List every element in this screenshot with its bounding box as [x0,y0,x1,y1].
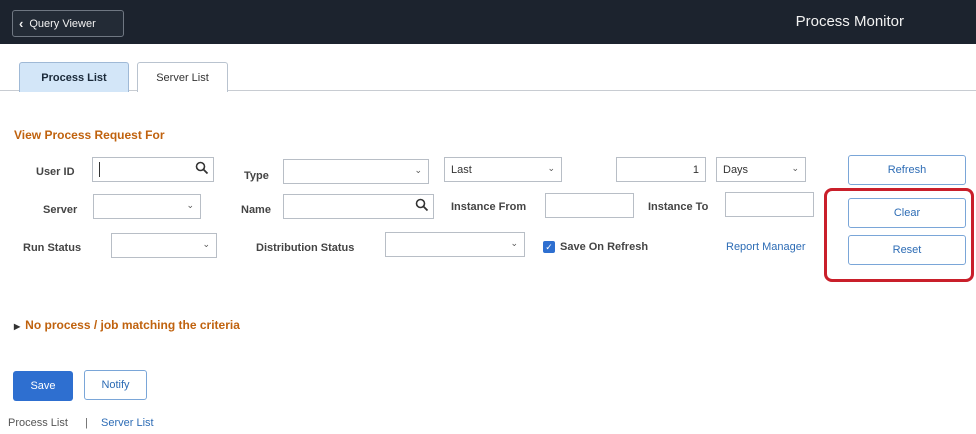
highlight-box [824,188,974,282]
results-message[interactable]: ▶ No process / job matching the criteria [14,318,240,332]
unit-select[interactable]: Days ⌄ [716,157,806,182]
results-message-text: No process / job matching the criteria [25,318,240,332]
footer-separator: | [85,417,88,429]
distribution-status-label: Distribution Status [256,242,355,254]
server-select[interactable]: ⌄ [93,194,201,219]
instance-from-label: Instance From [451,201,527,213]
user-id-label: User ID [36,166,75,178]
distribution-status-select[interactable]: ⌄ [385,232,525,257]
server-label: Server [43,204,78,216]
back-button[interactable]: ‹ Query Viewer [12,10,124,37]
check-icon: ✓ [545,241,553,252]
back-button-label: Query Viewer [29,17,96,30]
section-title: View Process Request For [14,128,165,142]
name-label: Name [241,204,271,216]
search-icon[interactable] [415,198,429,212]
count-value: 1 [692,163,699,176]
type-select[interactable]: ⌄ [283,159,429,184]
type-label: Type [244,170,269,182]
count-input[interactable]: 1 [616,157,706,182]
instance-from-input[interactable] [545,193,634,218]
refresh-button[interactable]: Refresh [848,155,966,185]
text-cursor [99,162,100,177]
chevron-down-icon: ⌄ [414,165,422,175]
user-id-input[interactable] [92,157,214,182]
chevron-down-icon: ⌄ [202,239,210,249]
chevron-down-icon: ⌄ [510,238,518,248]
instance-to-input[interactable] [725,192,814,217]
run-status-select[interactable]: ⌄ [111,233,217,258]
report-manager-link[interactable]: Report Manager [726,241,806,253]
save-on-refresh-label: Save On Refresh [560,241,649,253]
footer-link-server-list[interactable]: Server List [101,417,154,429]
chevron-down-icon: ⌄ [186,200,194,210]
name-input[interactable] [283,194,434,219]
top-header: ‹ Query Viewer Process Monitor [0,0,976,44]
period-value: Last [451,163,472,176]
chevron-left-icon: ‹ [19,16,24,31]
page-title: Process Monitor [795,13,904,30]
tab-process-list[interactable]: Process List [19,62,129,92]
save-button[interactable]: Save [13,371,73,401]
save-on-refresh-checkbox[interactable]: ✓ [543,241,555,253]
instance-to-label: Instance To [648,201,709,213]
tab-server-list[interactable]: Server List [137,62,228,92]
chevron-down-icon: ⌄ [547,163,555,173]
period-select[interactable]: Last ⌄ [444,157,562,182]
footer-link-process-list[interactable]: Process List [8,417,68,429]
caret-right-icon: ▶ [14,322,21,331]
chevron-down-icon: ⌄ [791,163,799,173]
run-status-label: Run Status [23,242,82,254]
tab-bar: Process List Server List [0,54,976,92]
unit-value: Days [723,163,749,176]
notify-button[interactable]: Notify [84,370,147,400]
search-icon[interactable] [195,161,209,175]
